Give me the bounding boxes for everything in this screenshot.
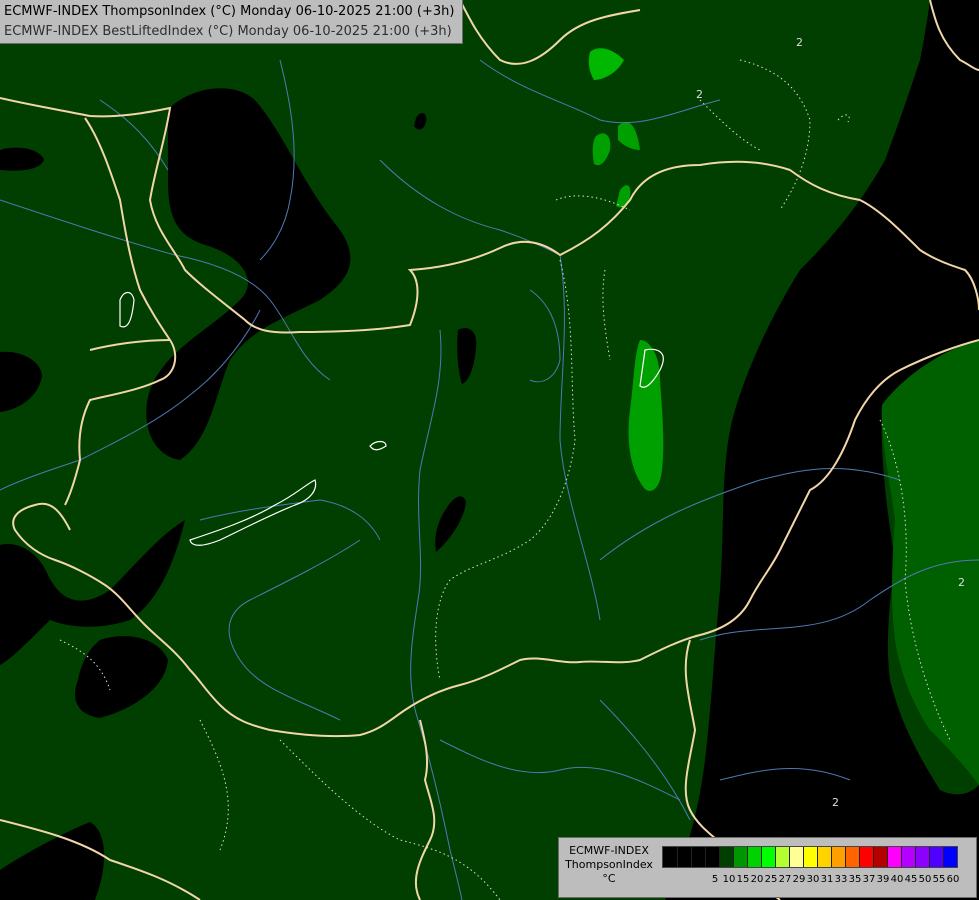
color-legend: ECMWF-INDEX ThompsonIndex °C 5 10 15 20 25 27… (558, 837, 977, 898)
legend-tick-label: 31 (820, 874, 834, 885)
legend-swatch (901, 847, 915, 867)
legend-swatch (845, 847, 859, 867)
legend-tick-label: 27 (778, 874, 792, 885)
legend-swatch (747, 847, 761, 867)
contour-label-c: 2 (958, 576, 965, 589)
legend-swatch (719, 847, 733, 867)
title-best-lifted-index: ECMWF-INDEX BestLiftedIndex (°C) Monday … (4, 24, 452, 39)
legend-swatch (705, 847, 719, 867)
legend-tick-label: 35 (848, 874, 862, 885)
legend-swatch (733, 847, 747, 867)
legend-tick-label: 25 (764, 874, 778, 885)
legend-tick-label: 20 (750, 874, 764, 885)
legend-tick-label: 15 (736, 874, 750, 885)
legend-model: ECMWF-INDEX (569, 844, 649, 857)
legend-swatch (929, 847, 943, 867)
legend-swatch (663, 847, 677, 867)
legend-swatch (943, 847, 957, 867)
legend-tick-label: 33 (834, 874, 848, 885)
map-title-box: ECMWF-INDEX ThompsonIndex (°C) Monday 06… (0, 0, 463, 44)
legend-swatch (817, 847, 831, 867)
contour-label-d: 2 (832, 796, 839, 809)
legend-swatch (691, 847, 705, 867)
legend-label: ECMWF-INDEX ThompsonIndex °C (559, 844, 659, 886)
legend-swatch (873, 847, 887, 867)
thompson-index-map: 2 2 2 2 (0, 0, 979, 900)
legend-tick-label: 39 (876, 874, 890, 885)
legend-tick-label: 45 (904, 874, 918, 885)
legend-swatches (662, 846, 958, 868)
legend-tick-label: 29 (792, 874, 806, 885)
legend-swatch (775, 847, 789, 867)
legend-swatch (831, 847, 845, 867)
legend-swatch (915, 847, 929, 867)
legend-swatch (859, 847, 873, 867)
legend-tick-label: 5 (711, 874, 719, 885)
legend-swatch (761, 847, 775, 867)
legend-tick-label: 60 (946, 874, 960, 885)
legend-swatch (803, 847, 817, 867)
legend-tick-label: 30 (806, 874, 820, 885)
legend-tick-label: 55 (932, 874, 946, 885)
legend-parameter: ThompsonIndex (565, 858, 653, 871)
legend-swatch (789, 847, 803, 867)
legend-tick-label: 10 (722, 874, 736, 885)
legend-tick-label: 50 (918, 874, 932, 885)
legend-swatch (887, 847, 901, 867)
legend-unit: °C (602, 872, 616, 885)
contour-label-a: 2 (796, 36, 803, 49)
title-thompson-index: ECMWF-INDEX ThompsonIndex (°C) Monday 06… (4, 4, 455, 19)
legend-swatch (677, 847, 691, 867)
contour-label-b: 2 (696, 88, 703, 101)
legend-tick-label: 37 (862, 874, 876, 885)
legend-tick-label: 40 (890, 874, 904, 885)
